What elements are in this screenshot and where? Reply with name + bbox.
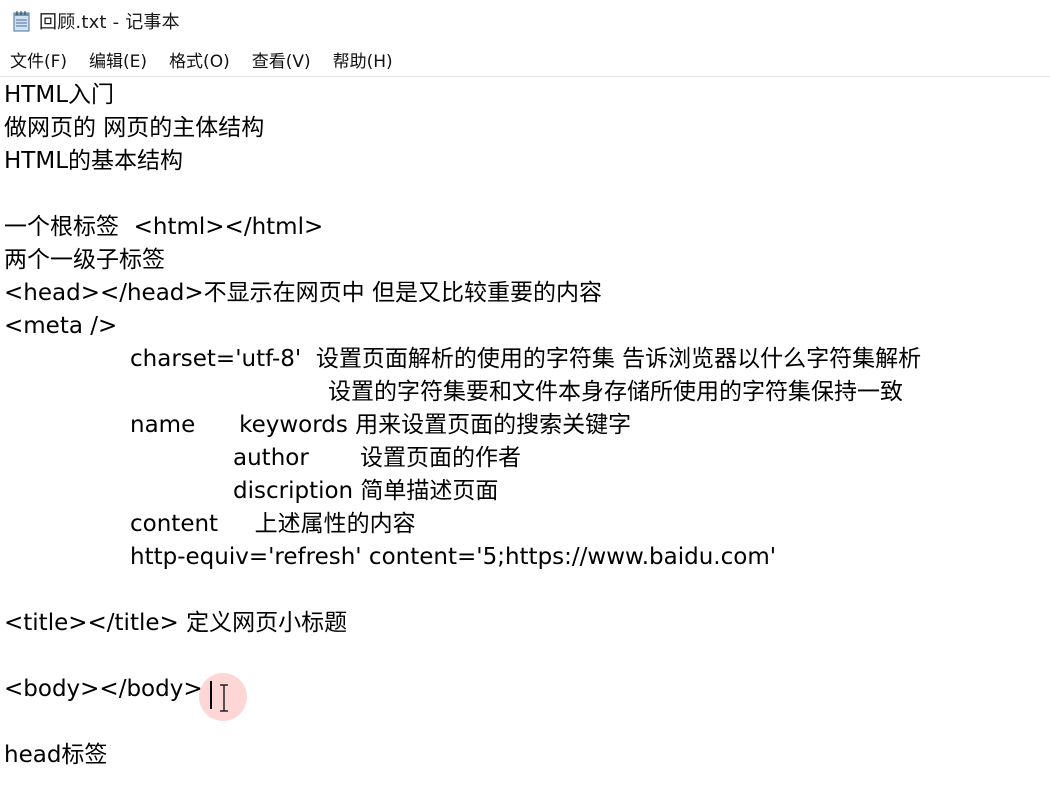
- editor-line: charset='utf-8' 设置页面解析的使用的字符集 告诉浏览器以什么字符…: [130, 346, 922, 372]
- editor-line: <title></title> 定义网页小标题: [4, 610, 348, 636]
- editor-line: content 上述属性的内容: [130, 511, 416, 537]
- ibeam-cursor-icon: [220, 684, 228, 712]
- editor-line: 做网页的 网页的主体结构: [4, 115, 265, 141]
- editor-line: http-equiv='refresh' content='5;https://…: [130, 544, 777, 570]
- editor-line: 设置的字符集要和文件本身存储所使用的字符集保持一致: [328, 379, 903, 405]
- notepad-icon: [13, 10, 31, 32]
- editor-line: HTML的基本结构: [4, 148, 184, 174]
- editor-line: name keywords 用来设置页面的搜索关键字: [130, 412, 632, 438]
- menu-help[interactable]: 帮助(H): [333, 45, 393, 74]
- window-title: 回顾.txt - 记事本: [39, 12, 180, 33]
- menu-file[interactable]: 文件(F): [10, 45, 67, 74]
- editor-line: <head></head>不显示在网页中 但是又比较重要的内容: [4, 280, 602, 306]
- menu-edit[interactable]: 编辑(E): [89, 45, 147, 74]
- editor-line: 两个一级子标签: [4, 247, 165, 273]
- editor-line: author 设置页面的作者: [233, 445, 521, 471]
- title-bar: 回顾.txt - 记事本: [0, 0, 1050, 42]
- editor-line: <body></body>: [4, 676, 203, 702]
- menu-view[interactable]: 查看(V): [252, 45, 311, 74]
- editor-line: HTML入门: [4, 82, 115, 108]
- menu-bar: 文件(F) 编辑(E) 格式(O) 查看(V) 帮助(H): [0, 42, 1050, 77]
- menu-format[interactable]: 格式(O): [169, 45, 230, 74]
- editor-line: <meta />: [4, 313, 118, 339]
- text-caret: [210, 681, 212, 709]
- text-editor-area[interactable]: HTML入门 做网页的 网页的主体结构 HTML的基本结构 一个根标签 <htm…: [0, 77, 1050, 804]
- editor-line: head标签: [4, 742, 108, 768]
- editor-line: discription 简单描述页面: [233, 478, 499, 504]
- editor-line: 一个根标签 <html></html>: [4, 214, 324, 240]
